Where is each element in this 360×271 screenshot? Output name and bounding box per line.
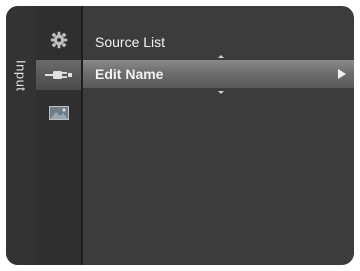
- plug-icon: [44, 71, 72, 79]
- scroll-down-indicator-icon: [218, 91, 224, 94]
- submenu-arrow-icon: [338, 69, 346, 79]
- osd-menu-panel: Input Source List Edit Name: [6, 6, 354, 265]
- category-setup[interactable]: [36, 25, 81, 55]
- gear-icon: [50, 31, 67, 49]
- category-icon-column: [36, 6, 81, 265]
- menu-item-edit-name[interactable]: Edit Name: [83, 60, 354, 88]
- menu-list: Source List Edit Name: [83, 6, 354, 265]
- category-picture[interactable]: [36, 98, 81, 128]
- menu-item-label: Source List: [95, 34, 166, 50]
- menu-item-label: Edit Name: [95, 66, 164, 82]
- category-input[interactable]: [36, 60, 81, 90]
- scroll-up-indicator-icon: [218, 55, 224, 58]
- menu-item-source-list[interactable]: Source List: [83, 28, 354, 56]
- picture-icon: [48, 106, 69, 120]
- side-tab-label: Input: [13, 60, 29, 92]
- side-tab: Input: [6, 6, 36, 265]
